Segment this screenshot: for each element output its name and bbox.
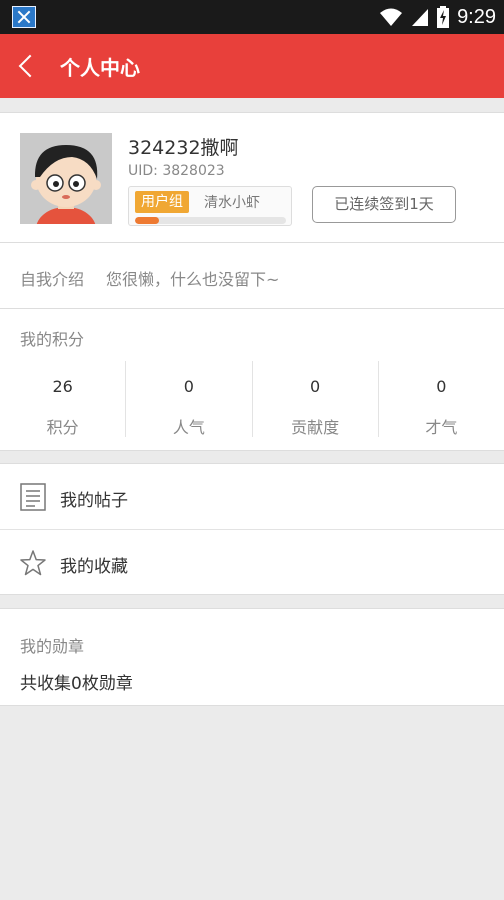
- document-icon: [20, 483, 46, 511]
- user-group-box: 用户组 清水小虾: [128, 186, 292, 226]
- medals-title: 我的勋章: [20, 637, 85, 656]
- menu-card: 我的帖子 我的收藏: [0, 463, 504, 595]
- checkin-button[interactable]: 已连续签到1天: [312, 186, 456, 223]
- status-indicators: 9:29: [379, 0, 496, 34]
- my-posts-item[interactable]: 我的帖子: [0, 464, 504, 530]
- points-grid: 26 积分 0 人气 0 贡献度 0 才气: [0, 361, 504, 437]
- star-icon: [20, 550, 46, 576]
- points-label: 积分: [46, 418, 79, 437]
- self-intro-row[interactable]: 自我介绍 您很懒，什么也没留下~: [0, 243, 504, 309]
- wifi-icon: [380, 8, 403, 26]
- points-value: 0: [436, 377, 447, 396]
- page-title: 个人中心: [60, 58, 140, 80]
- points-label: 才气: [425, 418, 458, 437]
- level-progress-fill: [135, 217, 160, 224]
- points-label: 人气: [172, 418, 205, 437]
- chevron-left-icon: [18, 54, 42, 78]
- battery-charging-icon: [437, 6, 450, 28]
- user-group-name: 清水小虾: [204, 195, 260, 211]
- clock: 9:29: [457, 5, 496, 28]
- points-cell-score[interactable]: 26 积分: [0, 361, 127, 437]
- signal-icon: [412, 9, 429, 26]
- app-notification-icon: [12, 6, 36, 28]
- points-value: 0: [183, 377, 194, 396]
- avatar[interactable]: [20, 133, 112, 224]
- medals-card[interactable]: 我的勋章 共收集0枚勋章: [0, 608, 504, 706]
- my-favorites-item[interactable]: 我的收藏: [0, 530, 504, 596]
- avatar-cartoon-image: [20, 133, 112, 224]
- status-bar: 9:29: [0, 0, 504, 34]
- medals-count-text: 共收集0枚勋章: [20, 674, 133, 694]
- points-cell-talent[interactable]: 0 才气: [379, 361, 504, 437]
- points-value: 26: [52, 377, 73, 396]
- points-title: 我的积分: [20, 330, 85, 349]
- points-value: 0: [310, 377, 321, 396]
- points-card: 我的积分 26 积分 0 人气 0 贡献度 0 才气: [0, 309, 504, 451]
- app-header: 个人中心: [0, 34, 504, 98]
- my-posts-label: 我的帖子: [60, 491, 128, 511]
- user-group-badge: 用户组: [135, 191, 189, 213]
- points-label: 贡献度: [291, 418, 340, 437]
- points-cell-contribution[interactable]: 0 贡献度: [253, 361, 379, 437]
- points-cell-popularity[interactable]: 0 人气: [126, 361, 253, 437]
- self-intro-label: 自我介绍: [20, 270, 85, 289]
- profile-card: 324232撒啊 UID: 3828023 用户组 清水小虾 已连续签到1天: [0, 112, 504, 243]
- username: 324232撒啊: [128, 137, 239, 159]
- level-progress-bar: [135, 217, 286, 224]
- self-intro-text: 您很懒，什么也没留下~: [106, 270, 280, 289]
- user-uid: UID: 3828023: [128, 163, 225, 179]
- back-button[interactable]: [8, 46, 48, 86]
- my-favorites-label: 我的收藏: [60, 557, 128, 577]
